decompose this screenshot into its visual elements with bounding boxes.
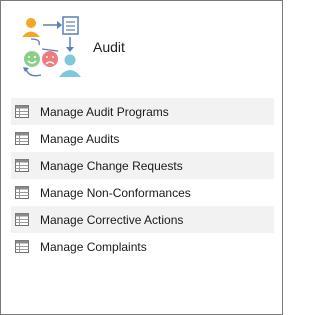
menu-item-manage-change-requests[interactable]: Manage Change Requests (11, 152, 274, 179)
table-icon (15, 240, 29, 253)
menu-item-manage-audit-programs[interactable]: Manage Audit Programs (11, 98, 274, 125)
page-title: Audit (93, 39, 125, 55)
panel-header: Audit (1, 1, 282, 91)
audit-feedback-icon (22, 16, 81, 77)
table-icon (15, 213, 29, 226)
menu-item-manage-audits[interactable]: Manage Audits (11, 125, 274, 152)
menu-item-label: Manage Complaints (40, 239, 147, 254)
table-icon (15, 132, 29, 145)
menu-item-label: Manage Audit Programs (40, 104, 169, 119)
menu-item-label: Manage Change Requests (40, 158, 183, 173)
menu-item-manage-complaints[interactable]: Manage Complaints (11, 233, 274, 260)
table-icon (15, 159, 29, 172)
menu-item-label: Manage Non-Conformances (40, 185, 191, 200)
menu-item-label: Manage Audits (40, 131, 120, 146)
audit-panel: Audit Manage Audit Programs Manage Audit… (0, 0, 283, 315)
menu-item-label: Manage Corrective Actions (40, 212, 184, 227)
table-icon (15, 105, 29, 118)
menu-item-manage-corrective-actions[interactable]: Manage Corrective Actions (11, 206, 274, 233)
menu-item-manage-non-conformances[interactable]: Manage Non-Conformances (11, 179, 274, 206)
table-icon (15, 186, 29, 199)
audit-menu: Manage Audit Programs Manage Audits Mana… (11, 98, 274, 260)
